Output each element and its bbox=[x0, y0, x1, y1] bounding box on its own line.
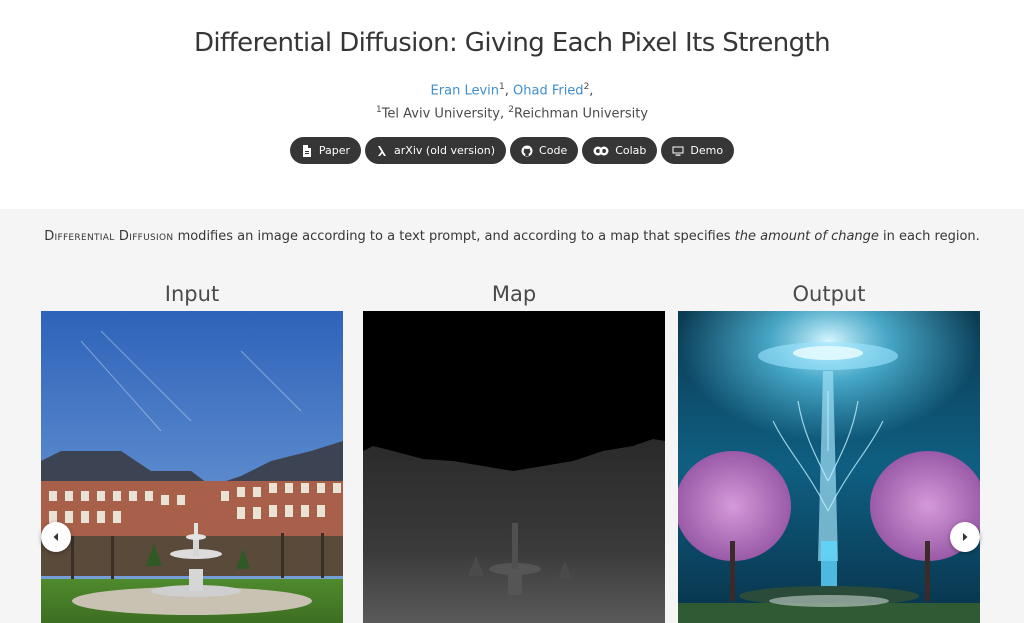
page-title: Differential Diffusion: Giving Each Pixe… bbox=[194, 28, 831, 58]
github-icon bbox=[521, 145, 533, 156]
author-link-ohad-fried[interactable]: Ohad Fried bbox=[513, 83, 584, 98]
chevron-left-icon bbox=[53, 533, 58, 541]
link-buttons: Paper arXiv (old version) Code Colab Dem… bbox=[0, 137, 1024, 164]
affiliation-reichman: Reichman University bbox=[514, 106, 649, 122]
method-name: Differential Diffusion bbox=[44, 229, 174, 244]
author-list: Eran Levin1, Ohad Fried2, bbox=[0, 82, 1024, 98]
description-text-2: in each region. bbox=[878, 229, 980, 244]
affiliation-tel-aviv: Tel Aviv University bbox=[381, 106, 501, 122]
chevron-right-icon bbox=[963, 533, 968, 541]
output-column-label: Output bbox=[792, 282, 866, 306]
arxiv-button[interactable]: arXiv (old version) bbox=[365, 137, 507, 164]
carousel-prev-button[interactable] bbox=[41, 522, 71, 552]
pdf-icon bbox=[302, 144, 311, 157]
monitor-icon bbox=[672, 146, 684, 156]
author-separator: , bbox=[504, 83, 513, 99]
demo-button-label: Demo bbox=[690, 144, 724, 157]
paper-button[interactable]: Paper bbox=[289, 137, 362, 164]
input-column-label: Input bbox=[164, 282, 220, 306]
colab-icon bbox=[593, 146, 609, 155]
hero-section: Differential Diffusion: Giving Each Pixe… bbox=[0, 0, 1024, 209]
affiliation-list: 1Tel Aviv University, 2Reichman Universi… bbox=[0, 105, 1024, 121]
description-emphasis: the amount of change bbox=[734, 229, 879, 244]
output-image bbox=[678, 311, 980, 623]
colab-button[interactable]: Colab bbox=[582, 137, 658, 164]
author-link-eran-levin[interactable]: Eran Levin bbox=[431, 83, 499, 98]
colab-button-label: Colab bbox=[615, 144, 647, 157]
map-image bbox=[363, 311, 665, 623]
author-separator: , bbox=[589, 83, 594, 99]
arxiv-button-label: arXiv (old version) bbox=[394, 144, 496, 157]
carousel-next-button[interactable] bbox=[950, 522, 980, 552]
code-button-label: Code bbox=[539, 144, 568, 157]
method-description: Differential Diffusion modifies an image… bbox=[0, 229, 1024, 244]
description-text-1: modifies an image according to a text pr… bbox=[173, 229, 735, 244]
map-column-label: Map bbox=[491, 282, 537, 306]
demo-button[interactable]: Demo bbox=[661, 137, 735, 164]
code-button[interactable]: Code bbox=[510, 137, 579, 164]
arxiv-icon bbox=[378, 145, 387, 156]
input-image bbox=[41, 311, 343, 623]
paper-button-label: Paper bbox=[318, 144, 351, 157]
